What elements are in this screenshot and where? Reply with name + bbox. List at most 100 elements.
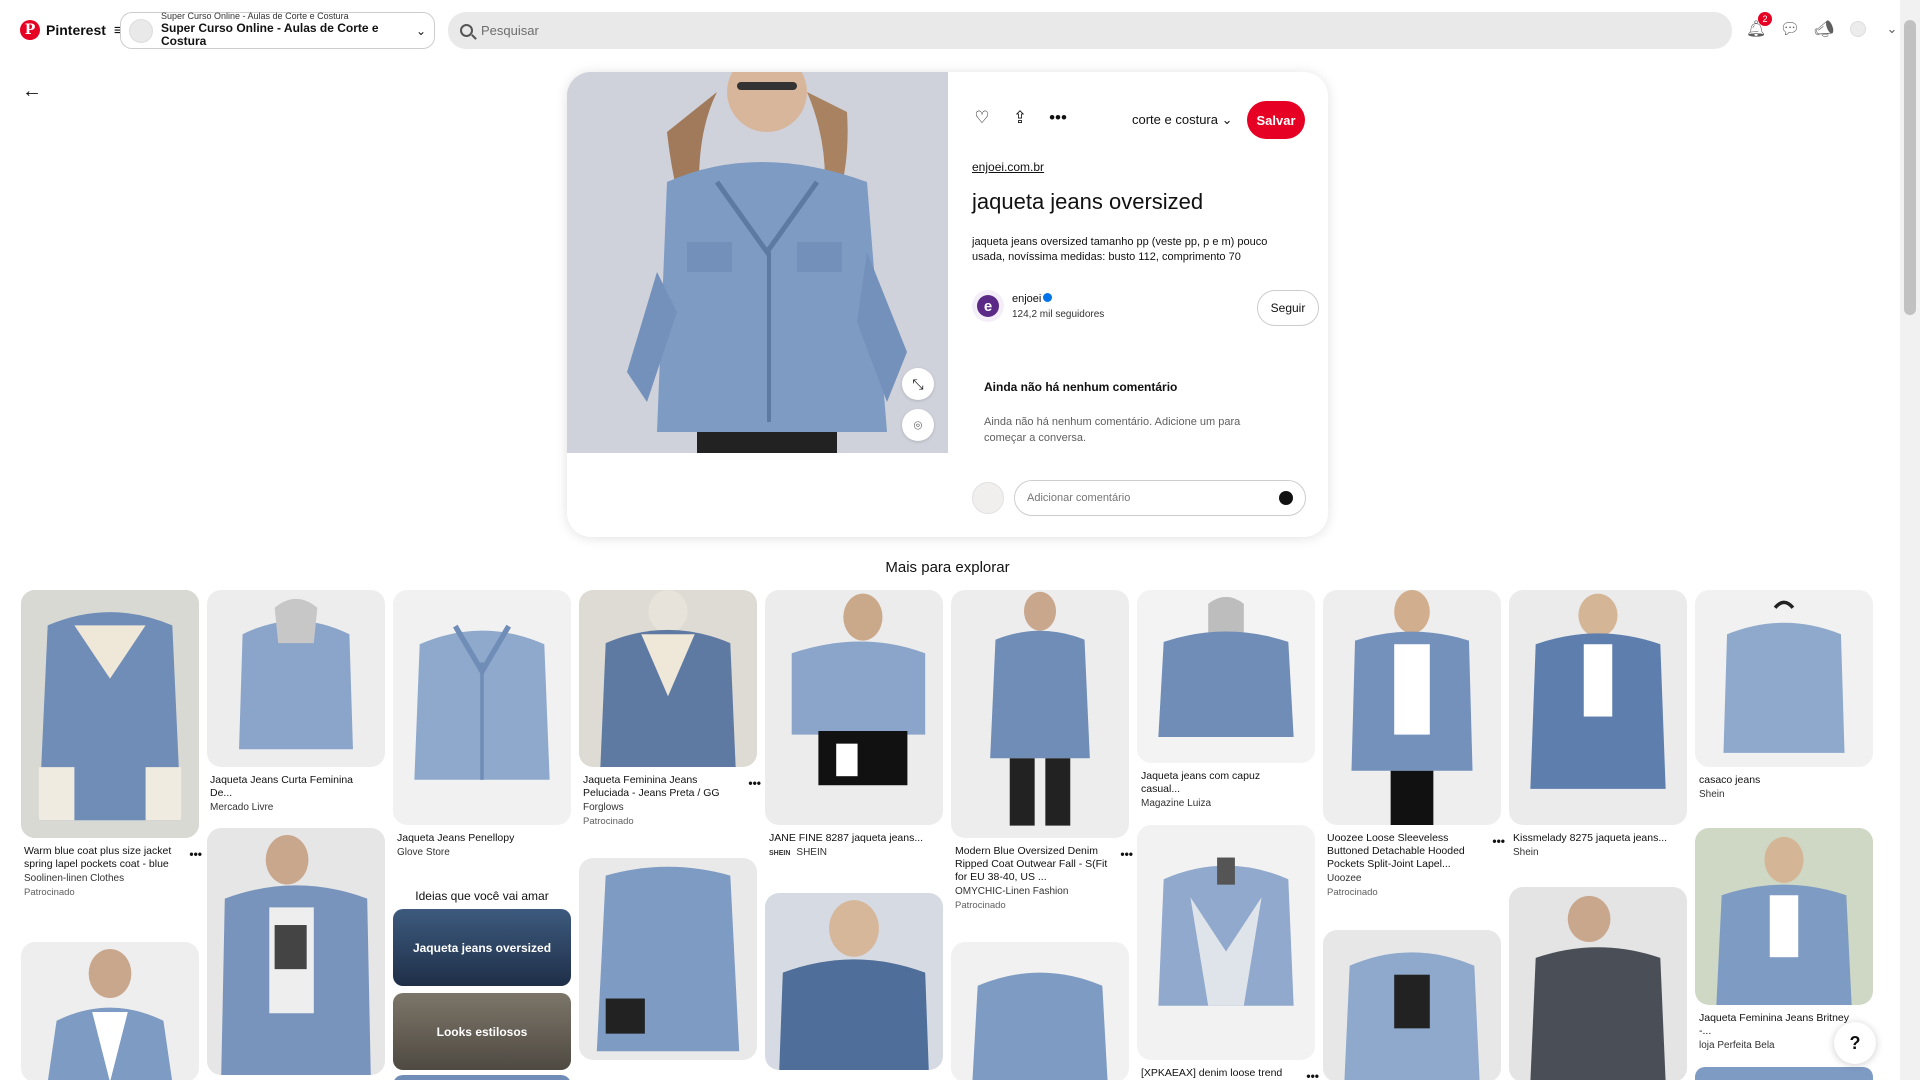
creator-profile[interactable]: e enjoei 124,2 mil seguidores: [972, 290, 1104, 322]
header-actions: 🔔︎ 2 💬︎ 📣︎ ⌄: [1745, 12, 1903, 40]
pin-source[interactable]: Uoozee: [1327, 873, 1505, 884]
ideas-heading: Ideias que você vai amar: [415, 889, 549, 903]
pin-source[interactable]: Shein: [1699, 789, 1877, 800]
pin-name[interactable]: Modern Blue Oversized Denim Ripped Coat …: [955, 845, 1133, 884]
pin-thumbnail[interactable]: [765, 893, 943, 1070]
board-thumbnail: [129, 18, 153, 43]
pin-source[interactable]: Soolinen-linen Clothes: [24, 873, 202, 884]
visual-search-button[interactable]: ⌾: [902, 409, 934, 441]
pin-source[interactable]: Shein: [1513, 847, 1691, 858]
pin-name[interactable]: Jaqueta Jeans Penellopy: [397, 832, 575, 845]
follow-button[interactable]: Seguir: [1257, 290, 1319, 326]
pin-source[interactable]: Mercado Livre: [210, 802, 388, 813]
more-icon[interactable]: •••: [1492, 834, 1505, 848]
pinterest-logo-icon: P: [20, 20, 40, 40]
search-input[interactable]: [481, 23, 1681, 38]
pin-closeup-card: ⤡ ⌾ ♡ ⇪ ••• corte e costura ⌄ Salvar enj…: [567, 72, 1328, 537]
back-button[interactable]: ←: [22, 80, 42, 103]
help-button[interactable]: ?: [1834, 1022, 1876, 1064]
pin-image[interactable]: ⤡ ⌾: [567, 72, 948, 453]
idea-looks-estilosos[interactable]: Looks estilosos: [393, 993, 571, 1070]
pin-thumbnail[interactable]: [21, 590, 199, 838]
heart-icon: ♡: [974, 108, 990, 127]
more-icon[interactable]: •••: [1120, 847, 1133, 861]
more-icon[interactable]: •••: [189, 847, 202, 861]
pin-thumbnail[interactable]: [1323, 590, 1501, 825]
more-icon[interactable]: •••: [748, 776, 761, 790]
sponsored-label: Patrocinado: [24, 887, 75, 898]
chevron-down-icon: ⌄: [1221, 112, 1233, 127]
brand-name: Pinterest: [46, 22, 106, 38]
pin-thumbnail[interactable]: [1695, 828, 1873, 1005]
pin-caption: JANE FINE 8287 jaqueta jeans... SHEIN SHE…: [769, 832, 947, 858]
pin-caption: Jaqueta Jeans Curta Feminina De... Merca…: [210, 774, 388, 813]
pin-thumbnail[interactable]: [1137, 825, 1315, 1060]
pin-thumbnail[interactable]: [765, 590, 943, 825]
creator-name[interactable]: enjoei: [1012, 293, 1041, 305]
pin-thumbnail[interactable]: [1509, 590, 1687, 825]
pin-thumbnail[interactable]: [579, 590, 757, 767]
pin-name[interactable]: Uoozee Loose Sleeveless Buttoned Detacha…: [1327, 832, 1505, 871]
pinterest-home-link[interactable]: P Pinterest ≡: [20, 20, 123, 40]
pin-thumbnail[interactable]: [951, 942, 1129, 1080]
pin-source[interactable]: OMYCHIC-Linen Fashion: [955, 886, 1133, 897]
idea-jaqueta-jeans-oversized[interactable]: Jaqueta jeans oversized: [393, 909, 571, 986]
comment-box[interactable]: [1014, 480, 1306, 516]
idea-label: Looks estilosos: [436, 1024, 528, 1039]
emoji-icon[interactable]: [1279, 491, 1293, 505]
shein-logo: SHEIN: [769, 850, 791, 857]
comments-empty-text: Ainda não há nenhum comentário. Adicione…: [984, 416, 1241, 444]
pin-thumbnail[interactable]: [1509, 887, 1687, 1080]
pin-thumbnail[interactable]: [951, 590, 1129, 838]
pin-thumbnail[interactable]: [207, 828, 385, 1075]
pin-name[interactable]: [XPKAEAX] denim loose trend: [1141, 1067, 1319, 1080]
sponsored-label: Patrocinado: [955, 900, 1006, 911]
board-picker-label: corte e costura: [1132, 112, 1218, 127]
more-options-button[interactable]: •••: [1048, 108, 1068, 128]
pin-thumbnail[interactable]: [21, 942, 199, 1080]
comment-input[interactable]: [1027, 492, 1279, 504]
save-button[interactable]: Salvar: [1247, 101, 1305, 139]
pin-name[interactable]: JANE FINE 8287 jaqueta jeans...: [769, 832, 947, 845]
pin-name[interactable]: Jaqueta Feminina Jeans Peluciada - Jeans…: [583, 774, 761, 800]
pin-source[interactable]: SHEIN SHEIN: [769, 847, 947, 858]
pin-name[interactable]: Warm blue coat plus size jacket spring l…: [24, 845, 202, 871]
pin-source[interactable]: Glove Store: [397, 847, 575, 858]
source-link[interactable]: enjoei.com.br: [972, 160, 1044, 174]
help-icon: ?: [1849, 1032, 1861, 1053]
pin-thumbnail[interactable]: [1695, 1067, 1873, 1080]
pin-thumbnail[interactable]: [207, 590, 385, 767]
pin-source[interactable]: Forglows: [583, 802, 761, 813]
verified-icon: [1043, 293, 1053, 303]
messages-button[interactable]: 💬︎: [1779, 18, 1801, 40]
pin-name[interactable]: Jaqueta jeans com capuz casual...: [1141, 770, 1319, 796]
pin-name[interactable]: Jaqueta Jeans Curta Feminina De...: [210, 774, 388, 800]
pin-thumbnail[interactable]: [1137, 590, 1315, 763]
board-selector[interactable]: Super Curso Online - Aulas de Corte e Co…: [120, 11, 435, 49]
pin-thumbnail[interactable]: [1695, 590, 1873, 767]
pin-thumbnail[interactable]: [1323, 930, 1501, 1080]
sponsored-label: Patrocinado: [583, 816, 634, 827]
pin-name[interactable]: casaco jeans: [1699, 774, 1877, 787]
page-scrollbar[interactable]: [1900, 0, 1920, 1080]
share-button[interactable]: ⇪: [1010, 108, 1030, 128]
creator-avatar[interactable]: e: [972, 290, 1004, 322]
scrollbar-thumb[interactable]: [1904, 20, 1916, 315]
sponsored-label: Patrocinado: [1327, 887, 1378, 898]
search-bar[interactable]: [448, 12, 1732, 49]
react-button[interactable]: ♡: [972, 108, 992, 128]
notifications-button[interactable]: 🔔︎ 2: [1745, 12, 1772, 40]
expand-button[interactable]: ⤡: [902, 368, 934, 400]
pin-thumbnail[interactable]: [393, 1075, 571, 1080]
pin-thumbnail[interactable]: [579, 858, 757, 1060]
updates-button[interactable]: 📣︎: [1813, 18, 1835, 40]
board-picker[interactable]: corte e costura ⌄: [1132, 112, 1233, 128]
pin-source[interactable]: Magazine Luiza: [1141, 798, 1319, 809]
pin-caption: Jaqueta Feminina Jeans Peluciada - Jeans…: [583, 774, 761, 827]
pin-name[interactable]: Kissmelady 8275 jaqueta jeans...: [1513, 832, 1691, 845]
notification-badge: 2: [1758, 12, 1772, 26]
more-icon[interactable]: •••: [1306, 1069, 1319, 1080]
pin-thumbnail[interactable]: [393, 590, 571, 825]
pin-caption: [XPKAEAX] denim loose trend •••: [1141, 1067, 1319, 1080]
profile-button[interactable]: [1847, 18, 1869, 40]
